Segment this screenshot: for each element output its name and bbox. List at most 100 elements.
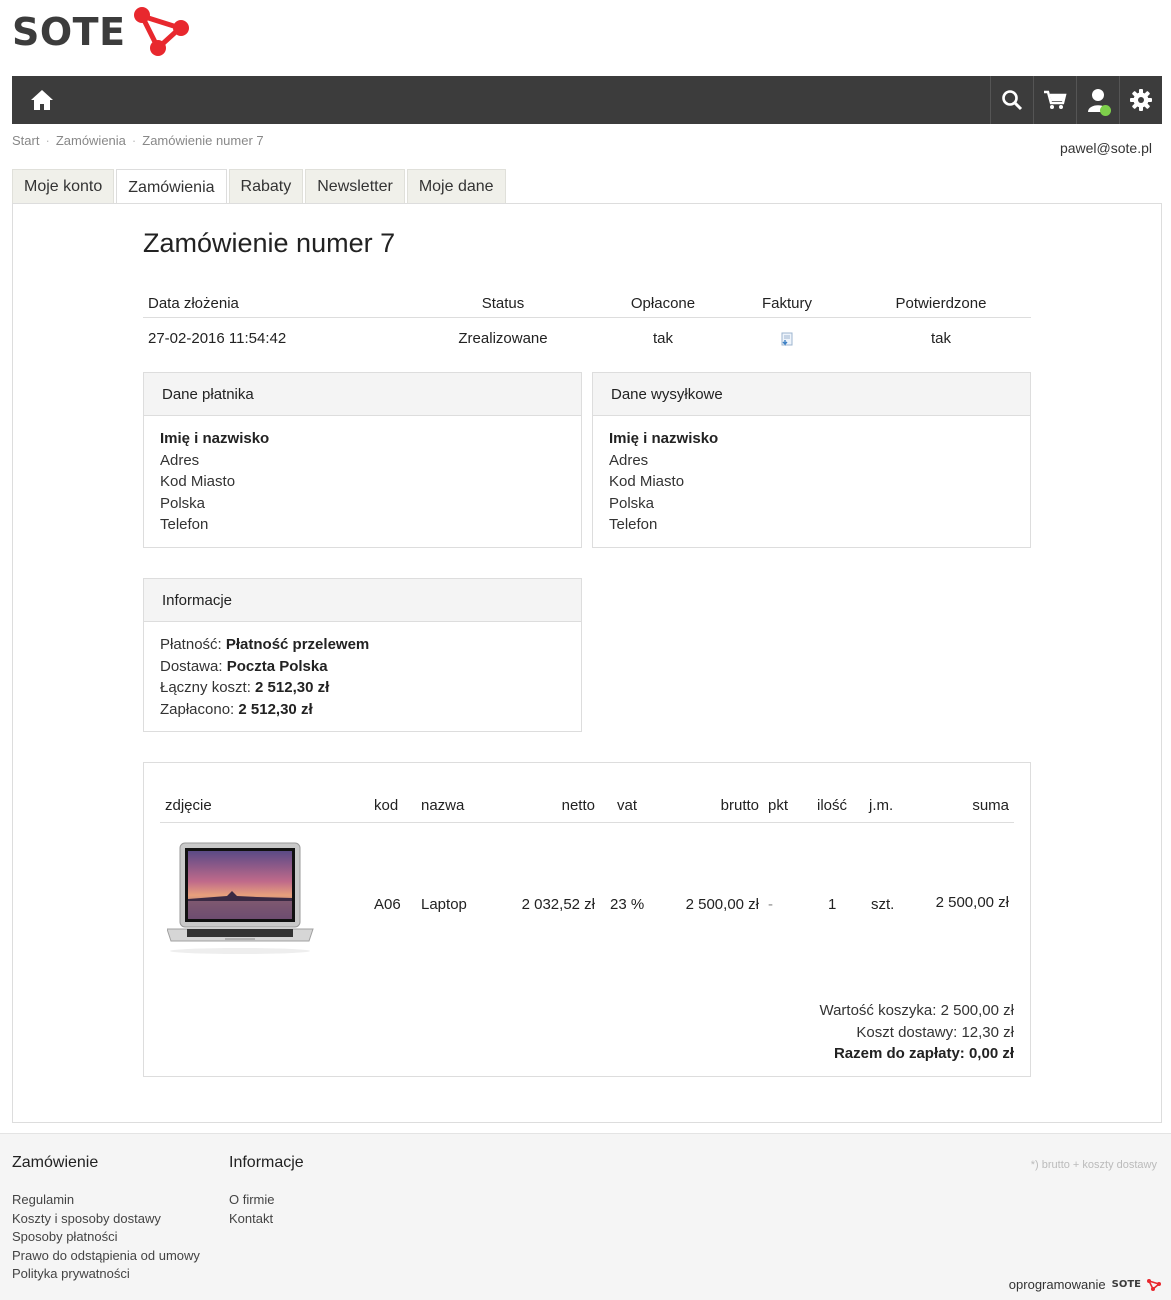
col-invoices-header: Faktury bbox=[761, 295, 812, 312]
breadcrumb: Start · Zamówienia · Zamówienie numer 7 bbox=[12, 133, 264, 148]
footer: Zamówienie Regulamin Koszty i sposoby do… bbox=[0, 1133, 1171, 1300]
shipping-cost: Koszt dostawy: 12,30 zł bbox=[856, 1023, 1014, 1041]
payer-city: Kod Miasto bbox=[160, 473, 236, 490]
payer-address: Adres bbox=[160, 451, 200, 469]
tab-my-account[interactable]: Moje konto bbox=[12, 169, 115, 204]
tab-newsletter[interactable]: Newsletter bbox=[305, 169, 405, 204]
logo-text: SOTE bbox=[12, 10, 126, 54]
footer-link-payments[interactable]: Sposoby płatności bbox=[12, 1228, 200, 1247]
payer-name: Imię i nazwisko bbox=[160, 430, 270, 447]
order-status: Zrealizowane bbox=[458, 329, 548, 347]
info-box-title: Informacje bbox=[144, 579, 581, 622]
footer-link-terms[interactable]: Regulamin bbox=[12, 1191, 200, 1210]
info-delivery: Dostawa: Poczta Polska bbox=[160, 657, 328, 675]
sote-mini-logo-icon bbox=[1147, 1278, 1161, 1291]
order-paid: tak bbox=[652, 329, 673, 347]
product-points: - bbox=[768, 896, 773, 913]
delivery-method: Poczta Polska bbox=[226, 657, 328, 675]
payer-box-title: Dane płatnika bbox=[144, 373, 581, 416]
footer-col-info: Informacje O firmie Kontakt bbox=[229, 1154, 304, 1228]
breadcrumb-current: Zamówienie numer 7 bbox=[142, 133, 264, 148]
product-sum: 2 500,00 zł bbox=[935, 894, 1009, 911]
shipping-country: Polska bbox=[609, 494, 655, 512]
col-image-header: zdjęcie bbox=[165, 797, 212, 814]
col-confirmed-header: Potwierdzone bbox=[895, 295, 987, 312]
breadcrumb-orders[interactable]: Zamówienia bbox=[56, 133, 126, 148]
footer-col-order-title: Zamówienie bbox=[12, 1154, 99, 1171]
breadcrumb-start[interactable]: Start bbox=[12, 133, 39, 148]
footer-col-info-title: Informacje bbox=[229, 1154, 304, 1171]
footer-link-contact[interactable]: Kontakt bbox=[229, 1210, 304, 1229]
logo[interactable]: SOTE bbox=[12, 6, 192, 58]
col-sum-header: suma bbox=[972, 797, 1009, 814]
col-vat-header: vat bbox=[617, 797, 638, 814]
shipping-city: Kod Miasto bbox=[609, 473, 685, 490]
shipping-phone: Telefon bbox=[609, 516, 658, 533]
search-icon bbox=[1002, 90, 1023, 111]
invoice-download-icon[interactable] bbox=[780, 332, 794, 346]
gear-icon bbox=[1130, 89, 1152, 111]
order-date: 27-02-2016 11:54:42 bbox=[148, 329, 287, 347]
online-status-dot bbox=[1100, 105, 1111, 116]
cart-button[interactable] bbox=[1033, 76, 1076, 124]
col-status-header: Status bbox=[481, 295, 525, 312]
col-unit-header: j.m. bbox=[869, 797, 894, 814]
total-to-pay: Razem do zapłaty: 0,00 zł bbox=[833, 1045, 1014, 1062]
shipping-box: Dane wysyłkowe Imię i nazwisko Adres Kod… bbox=[592, 372, 1031, 548]
footer-link-about[interactable]: O firmie bbox=[229, 1191, 304, 1210]
payer-country: Polska bbox=[160, 494, 206, 512]
main-navbar bbox=[12, 76, 1162, 124]
home-icon bbox=[31, 90, 53, 110]
product-code: A06 bbox=[374, 896, 401, 913]
footer-note: *) brutto + koszty dostawy bbox=[1030, 1159, 1157, 1171]
products-header-row: zdjęcie kod nazwa netto vat brutto pkt i… bbox=[160, 793, 1014, 823]
product-vat: 23 % bbox=[610, 896, 645, 913]
cart-icon bbox=[1044, 90, 1067, 109]
payer-phone: Telefon bbox=[160, 516, 209, 533]
search-button[interactable] bbox=[990, 76, 1033, 124]
tab-my-data[interactable]: Moje dane bbox=[406, 169, 506, 204]
summary-row: 27-02-2016 11:54:42 Zrealizowane tak tak bbox=[143, 318, 1031, 358]
home-button[interactable] bbox=[12, 76, 72, 124]
order-confirmed: tak bbox=[930, 329, 951, 347]
tab-discounts[interactable]: Rabaty bbox=[228, 169, 304, 204]
info-total: Łączny koszt: 2 512,30 zł bbox=[160, 679, 330, 696]
table-row: A06 Laptop 2 032,52 zł 23 % 2 500,00 zł … bbox=[160, 823, 1014, 983]
payer-box: Dane płatnika Imię i nazwisko Adres Kod … bbox=[143, 372, 582, 548]
col-gross-header: brutto bbox=[720, 797, 759, 814]
page-title: Zamówienie numer 7 bbox=[143, 228, 396, 258]
col-paid-header: Opłacone bbox=[630, 295, 696, 312]
software-credit[interactable]: oprogramowanie SOTE bbox=[1009, 1277, 1161, 1292]
product-qty: 1 bbox=[828, 896, 837, 913]
paid-amount: 2 512,30 zł bbox=[238, 700, 313, 718]
footer-link-privacy[interactable]: Polityka prywatności bbox=[12, 1265, 200, 1284]
footer-col-order: Zamówienie Regulamin Koszty i sposoby do… bbox=[12, 1154, 200, 1284]
col-qty-header: ilość bbox=[817, 797, 848, 814]
user-button[interactable] bbox=[1076, 76, 1119, 124]
logo-mark-icon bbox=[133, 7, 189, 56]
col-date-header: Data złożenia bbox=[148, 295, 239, 312]
order-summary-table: Data złożenia Status Opłacone Faktury Po… bbox=[143, 290, 1031, 358]
info-box: Informacje Płatność: Płatność przelewem … bbox=[143, 578, 582, 732]
info-payment: Płatność: Płatność przelewem bbox=[160, 636, 370, 653]
cart-value: Wartość koszyka: 2 500,00 zł bbox=[819, 1002, 1014, 1019]
settings-button[interactable] bbox=[1119, 76, 1162, 124]
footer-link-withdrawal[interactable]: Prawo do odstąpienia od umowy bbox=[12, 1247, 200, 1266]
product-gross: 2 500,00 zł bbox=[685, 896, 759, 913]
order-totals: Wartość koszyka: 2 500,00 zł Koszt dosta… bbox=[819, 1000, 1014, 1065]
account-tabs: Moje konto Zamówienia Rabaty Newsletter … bbox=[12, 169, 508, 205]
col-code-header: kod bbox=[374, 797, 399, 814]
product-name[interactable]: Laptop bbox=[421, 896, 467, 913]
user-email: pawel@sote.pl bbox=[1059, 140, 1152, 156]
software-brand: SOTE bbox=[1111, 1279, 1141, 1290]
shipping-address: Adres bbox=[609, 451, 649, 469]
product-unit: szt. bbox=[871, 896, 895, 913]
products-table: zdjęcie kod nazwa netto vat brutto pkt i… bbox=[160, 793, 1014, 983]
tab-orders[interactable]: Zamówienia bbox=[116, 169, 227, 205]
col-net-header: netto bbox=[561, 797, 595, 814]
summary-header-row: Data złożenia Status Opłacone Faktury Po… bbox=[143, 290, 1031, 318]
laptop-image[interactable] bbox=[167, 841, 315, 961]
col-name-header: nazwa bbox=[421, 797, 465, 814]
footer-link-delivery[interactable]: Koszty i sposoby dostawy bbox=[12, 1210, 200, 1229]
software-label: oprogramowanie bbox=[1008, 1277, 1106, 1292]
